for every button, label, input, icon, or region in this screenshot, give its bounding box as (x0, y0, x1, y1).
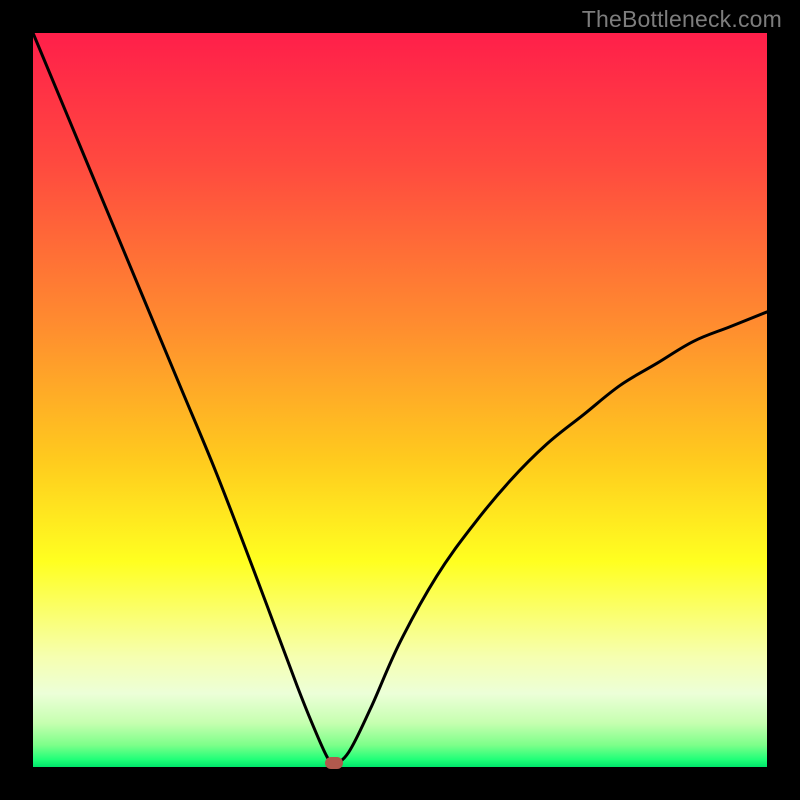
watermark-text: TheBottleneck.com (582, 6, 782, 33)
bottleneck-curve (33, 33, 767, 764)
minimum-marker (325, 757, 343, 769)
plot-area (33, 33, 767, 767)
chart-frame: TheBottleneck.com (0, 0, 800, 800)
curve-svg (33, 33, 767, 767)
